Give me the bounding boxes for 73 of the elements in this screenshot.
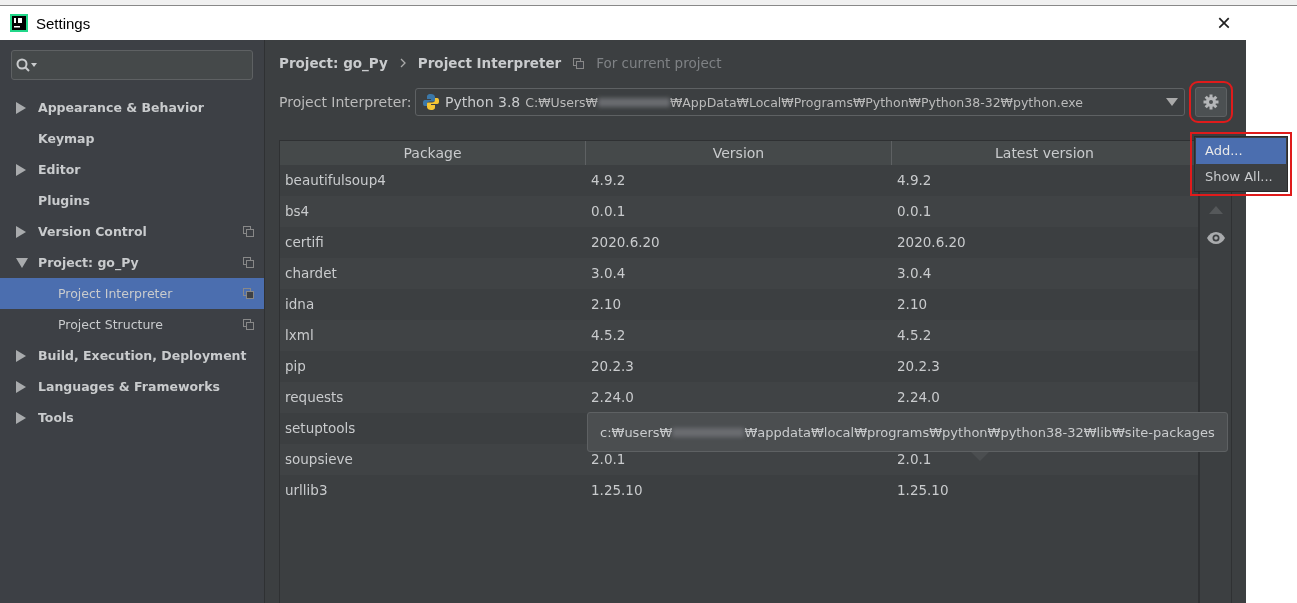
interpreter-path: C:₩Users₩ ₩AppData₩Local₩Programs₩Python₩Python38-32₩python.exe [525,94,1083,110]
table-cell-text: bs4 [285,202,310,221]
table-cell-text: 2.10 [591,295,622,314]
collapsed-arrow-icon[interactable] [16,101,26,114]
scope-note: For current project [596,55,722,71]
table-cell-text: setuptools [285,419,356,438]
collapsed-arrow-icon[interactable] [16,163,26,176]
table-cell-text: 4.5.2 [897,326,932,345]
sidebar-item[interactable]: Languages & Frameworks [0,371,264,402]
close-button[interactable]: × [1201,7,1247,39]
table-cell-text: soupsieve [285,450,353,469]
copy-icon [243,257,254,268]
collapsed-arrow-icon[interactable] [16,380,26,393]
table-cell-text: requests [285,388,344,407]
table-cell-text: 0.0.1 [897,202,932,221]
table-cell-text: beautifulsoup4 [285,171,386,190]
copy-icon [573,57,585,69]
interpreter-dropdown[interactable]: Python 3.8 C:₩Users₩ ₩AppData₩Local₩Programs₩Python₩Python38-32₩python.exe [415,88,1185,116]
sidebar-item[interactable]: Version Control [0,216,264,247]
sidebar-item[interactable]: Keymap [0,123,264,154]
copy-icon [243,288,254,299]
app-logo-icon [10,14,28,32]
table-cell-text: 20.2.3 [897,357,940,376]
menu-item[interactable]: Add... [1196,138,1286,164]
settings-icon [1203,94,1219,110]
table-cell-text: 2.10 [897,295,928,314]
sidebar-item[interactable]: Appearance & Behavior [0,92,264,123]
sidebar-item[interactable]: Project Structure [0,309,264,340]
collapsed-arrow-icon[interactable] [16,349,26,362]
table-cell-text: urllib3 [285,481,328,500]
table-cell-text: 2.0.1 [591,450,626,469]
table-cell-text: 20.2.3 [591,357,634,376]
eye-icon[interactable] [1206,232,1225,244]
collapsed-arrow-icon[interactable] [16,225,26,238]
copy-icon [243,319,254,330]
breadcrumb-item: Project: go_Py [279,55,388,71]
sidebar-item[interactable]: Tools [0,402,264,433]
table-cell-text: pip [285,357,306,376]
table-cell-text: 2.24.0 [897,388,940,407]
tooltip-text: c:₩users₩ ₩appdata₩local₩programs₩python₩python38-32₩lib₩site-packages [600,424,1215,440]
table-cell-text: 2020.6.20 [897,233,966,252]
table-cell-text: 0.0.1 [591,202,626,221]
table-cell-text: 2.24.0 [591,388,634,407]
table-cell-text: 1.25.10 [591,481,643,500]
sidebar-item[interactable]: Build, Execution, Deployment [0,340,264,371]
copy-icon [243,226,254,237]
table-cell-text: 3.0.4 [591,264,626,283]
table-cell-text: 4.9.2 [591,171,626,190]
dropdown-caret-icon [1166,98,1178,106]
sidebar-item[interactable]: Project: go_Py [0,247,264,278]
table-cell-text: idna [285,295,315,314]
table-cell-text: lxml [285,326,314,345]
interpreter-label: Project Interpreter: [279,94,413,110]
table-cell-text: 3.0.4 [897,264,932,283]
python-logo-icon [422,93,440,111]
interpreter-name: Python 3.8 [445,94,521,110]
expanded-arrow-icon[interactable] [16,257,28,268]
table-cell-text: chardet [285,264,337,283]
table-cell-text: 1.25.10 [897,481,949,500]
table-cell-text: 2020.6.20 [591,233,660,252]
table-cell-text: 4.9.2 [897,171,932,190]
table-cell-text: 4.5.2 [591,326,626,345]
collapsed-arrow-icon[interactable] [16,411,26,424]
chevron-icon [399,58,406,68]
search-icon [16,58,38,72]
table-cell-text: 2.0.1 [897,450,932,469]
search-field[interactable] [11,50,253,80]
sidebar-item[interactable]: Editor [0,154,264,185]
sidebar-item[interactable]: Plugins [0,185,264,216]
table-cell-text: certifi [285,233,324,252]
breadcrumb-item: Project Interpreter [417,55,562,71]
window-title: Settings [36,14,92,32]
menu-item[interactable]: Show All... [1196,164,1286,190]
